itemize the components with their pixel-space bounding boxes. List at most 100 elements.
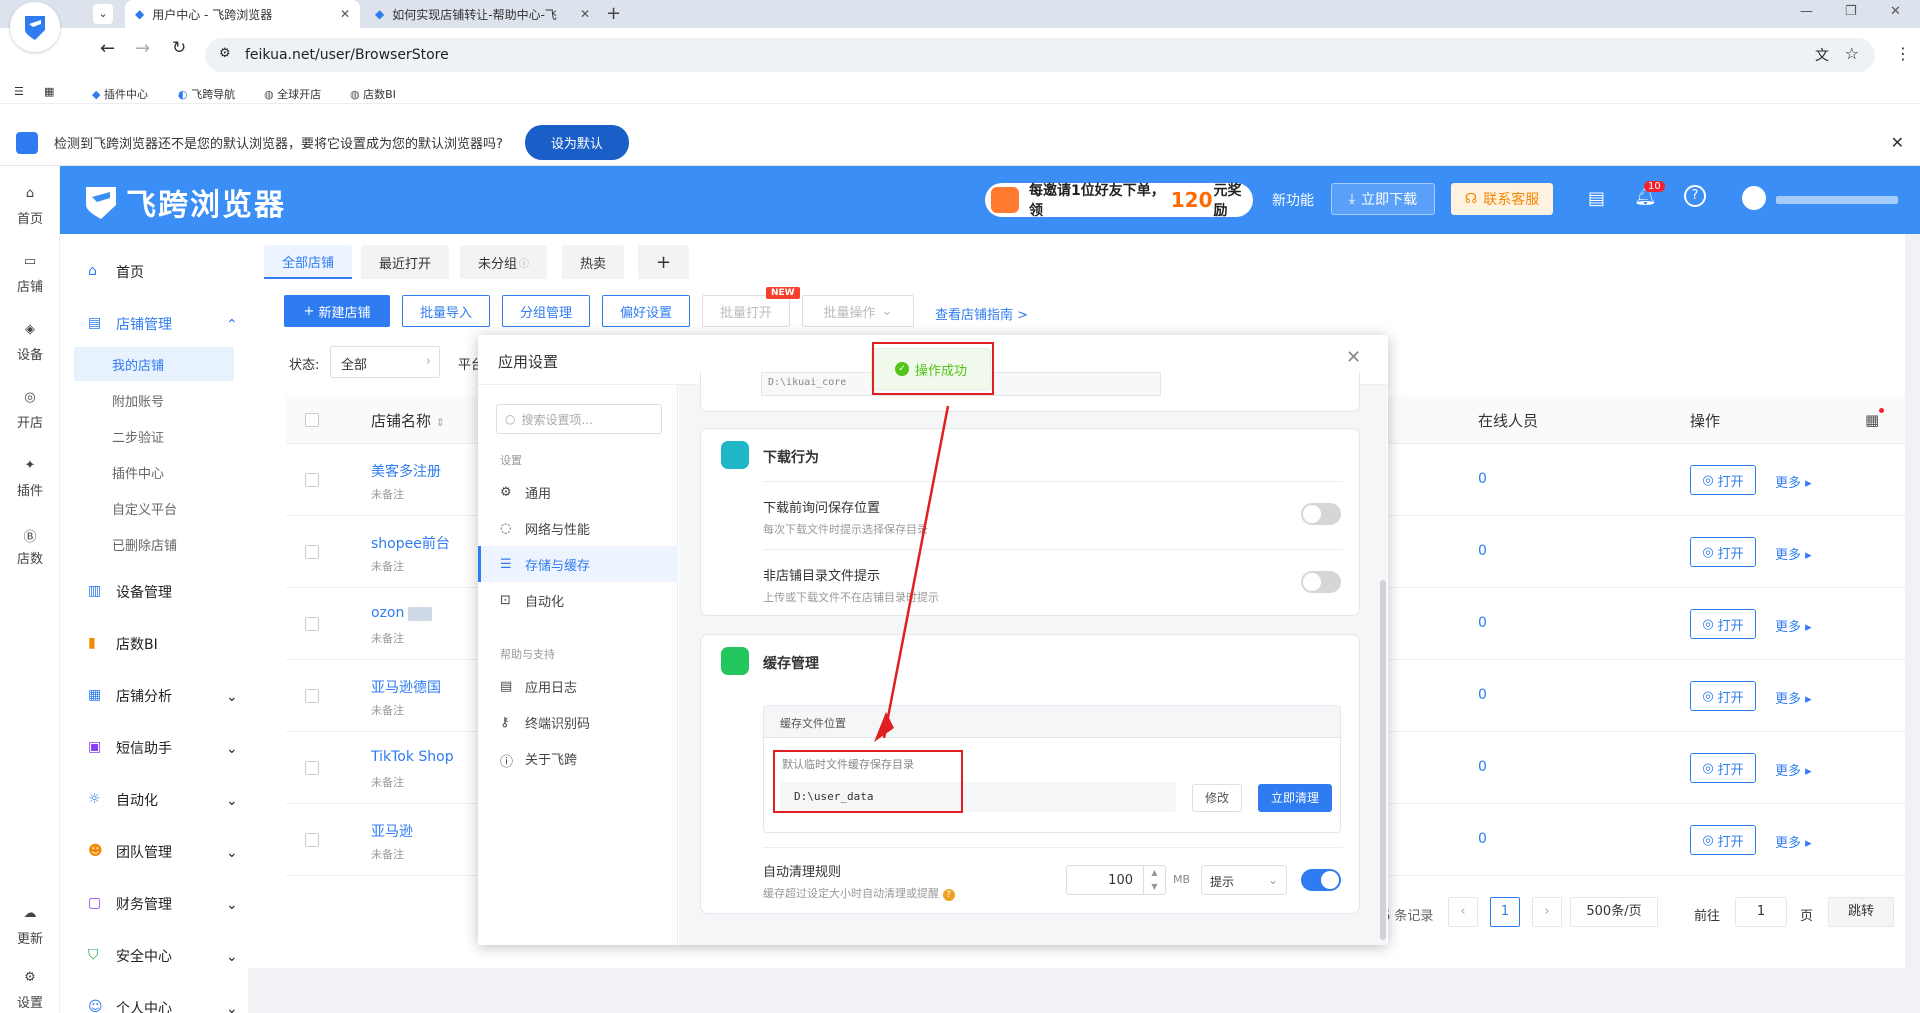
sidebar-item-security[interactable]: ⛉ 安全中心 ⌄	[88, 936, 248, 976]
stepper-icon[interactable]: ▲ ▼	[1143, 866, 1165, 894]
settings-scrollbar[interactable]	[1380, 580, 1386, 940]
rail-open-store[interactable]: ◎ 开店	[0, 390, 60, 431]
batch-ops-button[interactable]: 批量操作 ⌄	[802, 295, 914, 327]
shop-name-link[interactable]: 亚马逊德国	[371, 677, 441, 697]
help-icon[interactable]: ?	[1684, 185, 1706, 207]
shop-name-link[interactable]: ozon	[371, 605, 404, 621]
tab-all-shops[interactable]: 全部店铺	[264, 245, 353, 279]
status-filter-select[interactable]: 全部 ›	[330, 346, 440, 378]
new-tab-icon[interactable]: +	[606, 3, 621, 24]
settings-nav-general[interactable]: ⚙ 通用	[478, 474, 678, 510]
clear-now-button[interactable]: 立即清理	[1258, 784, 1332, 812]
batch-import-button[interactable]: 批量导入	[402, 295, 490, 327]
cache-size-input[interactable]: 100 ▲ ▼	[1066, 865, 1166, 895]
online-count[interactable]: 0	[1478, 831, 1487, 847]
open-shop-button[interactable]: ◎ 打开	[1690, 609, 1756, 639]
settings-nav-logs[interactable]: ▤ 应用日志	[478, 668, 678, 704]
modal-close-icon[interactable]: ✕	[1346, 347, 1361, 368]
add-tab-icon[interactable]: +	[638, 245, 690, 279]
group-manage-button[interactable]: 分组管理	[502, 295, 590, 327]
window-close-icon[interactable]: ✕	[1890, 4, 1901, 19]
open-shop-button[interactable]: ◎ 打开	[1690, 681, 1756, 711]
more-actions-link[interactable]: 更多 ▸	[1775, 760, 1812, 779]
row-checkbox[interactable]	[305, 473, 319, 487]
sidebar-item-shop-manage[interactable]: ▤ 店铺管理 ⌃	[88, 304, 248, 344]
sidebar-sub-custom-platform[interactable]: 自定义平台	[74, 491, 234, 525]
modify-path-button[interactable]: 修改	[1192, 784, 1242, 812]
rail-bi[interactable]: Ⓑ 店数	[0, 526, 60, 567]
sidebar-item-sms[interactable]: ▣ 短信助手 ⌄	[88, 728, 248, 768]
settings-nav-automation[interactable]: ⊡ 自动化	[478, 582, 678, 618]
sidebar-item-home[interactable]: ⌂ 首页	[88, 252, 248, 292]
settings-nav-about[interactable]: ⓘ 关于飞跨	[478, 740, 678, 776]
more-actions-link[interactable]: 更多 ▸	[1775, 616, 1812, 635]
shop-name-link[interactable]: TikTok Shop	[371, 749, 454, 765]
browser-tab[interactable]: ◆ 如何实现店铺转让-帮助中心-飞 ✕	[365, 0, 600, 28]
bookmark-item[interactable]: ◆ 插件中心	[92, 86, 148, 102]
column-settings-icon[interactable]: ▦	[1865, 411, 1879, 429]
prev-page-button[interactable]: ‹	[1448, 897, 1478, 927]
forward-icon[interactable]: →	[135, 38, 150, 59]
tab-recent[interactable]: 最近打开	[361, 245, 450, 279]
row-checkbox[interactable]	[305, 761, 319, 775]
tab-hot[interactable]: 热卖	[562, 245, 625, 279]
tab-search-button[interactable]: ⌄	[93, 4, 113, 24]
user-name-blurred[interactable]	[1776, 196, 1898, 204]
more-actions-link[interactable]: 更多 ▸	[1775, 544, 1812, 563]
jump-button[interactable]: 跳转	[1828, 897, 1894, 927]
tab-ungrouped[interactable]: 未分组 ⓘ	[460, 245, 548, 279]
bookmark-star-icon[interactable]: ☆	[1845, 44, 1859, 63]
online-count[interactable]: 0	[1478, 543, 1487, 559]
settings-search-input[interactable]: ○ 搜索设置项...	[496, 404, 662, 434]
sidebar-item-bi[interactable]: ▮ 店数BI	[88, 624, 248, 664]
sidebar-item-automation[interactable]: ☼ 自动化 ⌄	[88, 780, 248, 820]
url-bar[interactable]: ⚙ feikua.net/user/BrowserStore 文 ☆	[205, 38, 1875, 72]
more-actions-link[interactable]: 更多 ▸	[1775, 688, 1812, 707]
settings-nav-terminal-id[interactable]: ⚷ 终端识别码	[478, 704, 678, 740]
sidebar-item-device-manage[interactable]: ▥ 设备管理	[88, 572, 248, 612]
rail-update[interactable]: ☁ 更新	[0, 906, 60, 947]
batch-open-button[interactable]: 批量打开	[702, 295, 790, 327]
more-actions-link[interactable]: 更多 ▸	[1775, 832, 1812, 851]
shop-name-link[interactable]: 美客多注册	[371, 461, 441, 481]
download-button[interactable]: ⤓ 立即下载	[1331, 183, 1435, 215]
auto-clean-toggle[interactable]	[1301, 869, 1341, 891]
sidebar-sub-deleted-shops[interactable]: 已删除店铺	[74, 527, 234, 561]
tab-close-icon[interactable]: ✕	[340, 7, 350, 21]
row-checkbox[interactable]	[305, 545, 319, 559]
row-checkbox[interactable]	[305, 617, 319, 631]
goto-page-input[interactable]: 1	[1735, 897, 1787, 927]
reload-icon[interactable]: ↻	[172, 38, 186, 58]
column-header-name[interactable]: 店铺名称 ⇕	[371, 410, 445, 431]
sidebar-item-team[interactable]: ☻ 团队管理 ⌄	[88, 832, 248, 872]
open-shop-button[interactable]: ◎ 打开	[1690, 465, 1756, 495]
translate-icon[interactable]: 文	[1815, 45, 1829, 65]
next-page-button[interactable]: ›	[1532, 897, 1562, 927]
open-shop-button[interactable]: ◎ 打开	[1690, 753, 1756, 783]
rail-shops[interactable]: ▭ 店铺	[0, 254, 60, 295]
contact-support-button[interactable]: ☊ 联系客服	[1451, 183, 1553, 215]
browser-tab-active[interactable]: ◆ 用户中心 - 飞跨浏览器 ✕	[125, 0, 360, 28]
online-count[interactable]: 0	[1478, 471, 1487, 487]
bookmark-item[interactable]: ◍ 全球开店	[264, 86, 321, 102]
rail-home[interactable]: ⌂ 首页	[0, 186, 60, 227]
site-info-icon[interactable]: ⚙	[219, 46, 231, 61]
row-checkbox[interactable]	[305, 833, 319, 847]
more-actions-link[interactable]: 更多 ▸	[1775, 472, 1812, 491]
user-avatar-icon[interactable]	[1742, 186, 1766, 210]
back-icon[interactable]: ←	[100, 38, 115, 59]
sidebar-sub-my-shops[interactable]: 我的店铺	[74, 347, 234, 381]
row-checkbox[interactable]	[305, 689, 319, 703]
sidebar-item-finance[interactable]: ▢ 财务管理 ⌄	[88, 884, 248, 924]
shop-name-link[interactable]: shopee前台	[371, 533, 450, 553]
ask-save-location-toggle[interactable]	[1301, 503, 1341, 525]
online-count[interactable]: 0	[1478, 759, 1487, 775]
sidebar-sub-2fa[interactable]: 二步验证	[74, 419, 234, 453]
sidebar-toggle-icon[interactable]: ☰	[14, 85, 24, 98]
invite-promo[interactable]: 每邀请1位好友下单，领 120 元奖励	[985, 183, 1253, 219]
bookmark-item[interactable]: ◍ 店数BI	[350, 86, 396, 102]
bookmark-item[interactable]: ◐ 飞跨导航	[178, 86, 235, 102]
select-all-checkbox[interactable]	[305, 413, 319, 427]
settings-nav-network[interactable]: ◌ 网络与性能	[478, 510, 678, 546]
cache-mode-select[interactable]: 提示 ⌄	[1201, 865, 1287, 895]
